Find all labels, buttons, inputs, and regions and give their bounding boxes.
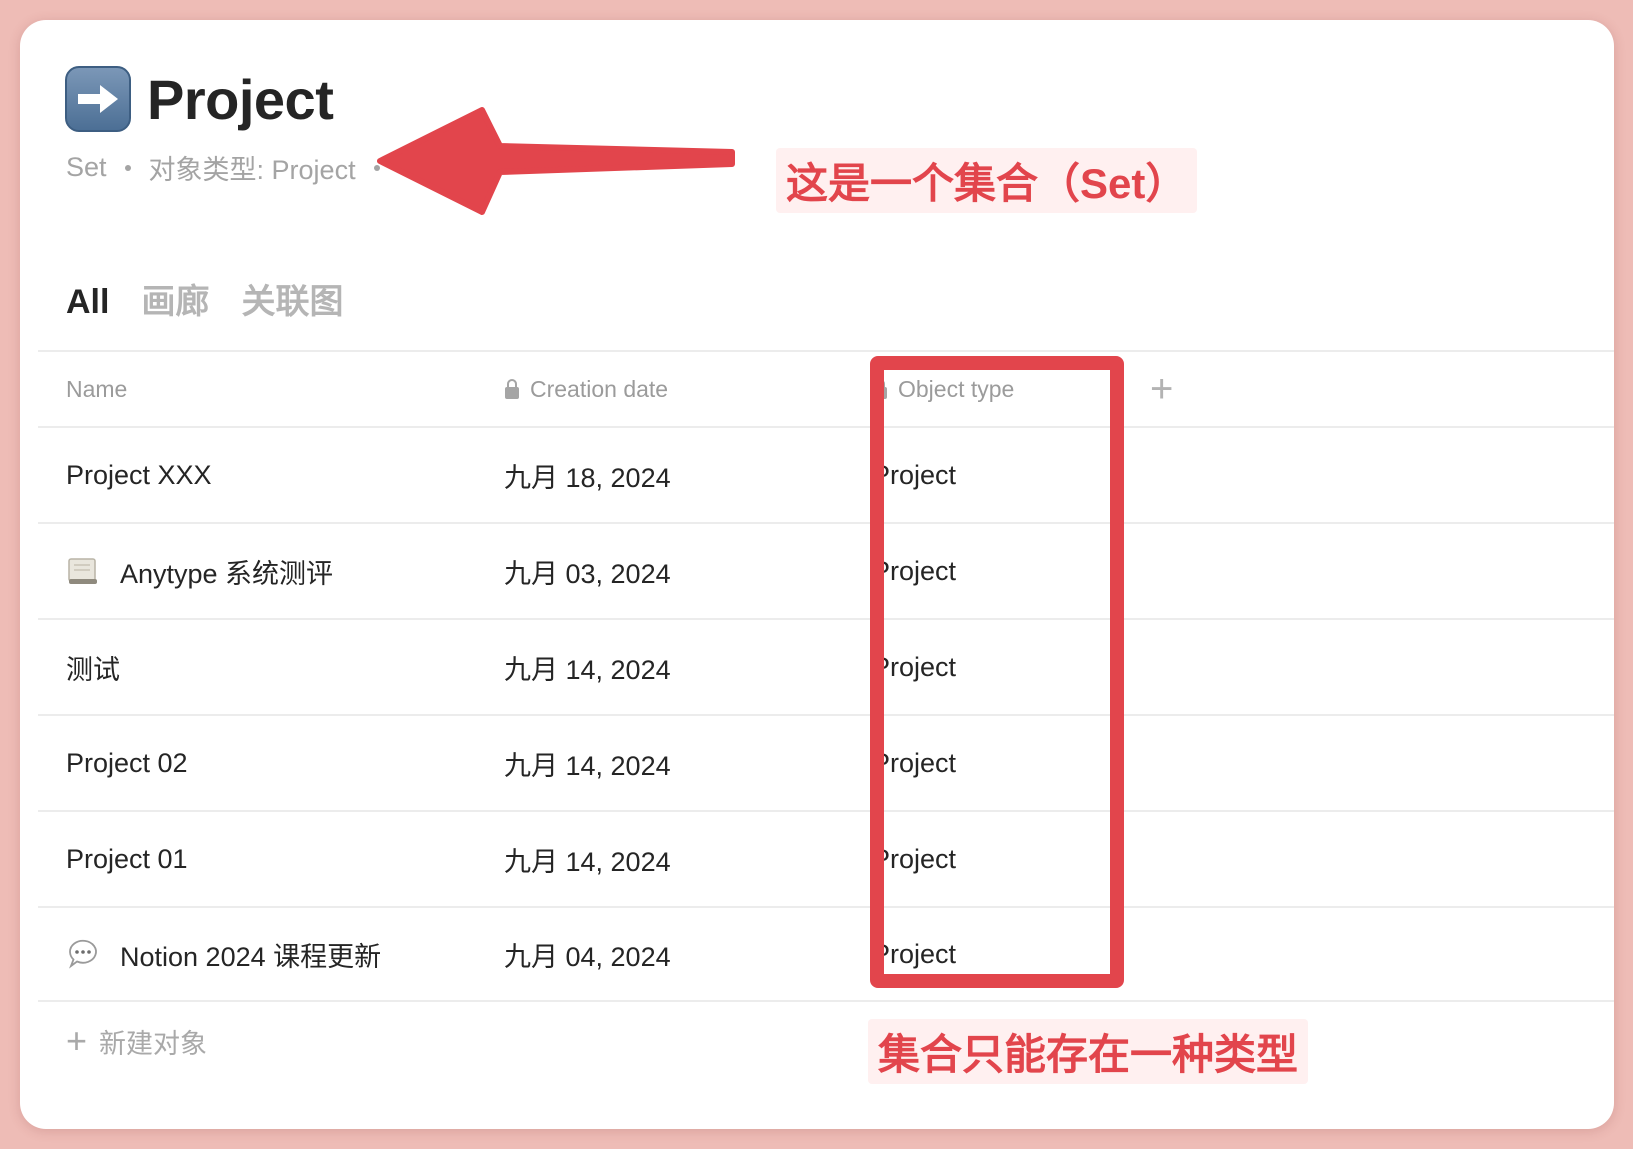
column-header-name[interactable]: Name (38, 376, 504, 403)
row-name: Notion 2024 课程更新 (120, 941, 382, 972)
row-name-cell[interactable]: Anytype 系统测评 (38, 552, 504, 591)
row-name[interactable]: Project 02 (38, 748, 504, 779)
row-date: 九月 18, 2024 (504, 462, 671, 493)
add-column-icon[interactable]: + (1150, 367, 1173, 412)
objects-table: Name Creation date Object type + Project… (38, 350, 1614, 1002)
table-row[interactable]: Project XXX 九月 18, 2024 Project (38, 426, 1614, 522)
new-object-button[interactable]: + 新建对象 (66, 1020, 207, 1062)
lock-icon (504, 378, 520, 400)
column-header-creation-date-label: Creation date (530, 375, 669, 402)
table-row[interactable]: Project 01 九月 14, 2024 Project (38, 810, 1614, 906)
row-date: 九月 04, 2024 (504, 941, 671, 972)
column-header-creation-date[interactable]: Creation date (504, 376, 872, 403)
table-row[interactable]: Anytype 系统测评 九月 03, 2024 Project (38, 522, 1614, 618)
table-row[interactable]: 测试 九月 14, 2024 Project (38, 618, 1614, 714)
object-type-highlight-box (870, 356, 1124, 988)
new-object-label: 新建对象 (99, 1028, 208, 1059)
row-name[interactable]: Project 01 (38, 844, 504, 875)
scroll-icon (66, 554, 100, 588)
speech-bubble-icon (66, 937, 100, 971)
table-header: Name Creation date Object type + (38, 350, 1614, 426)
row-name[interactable]: 测试 (38, 648, 504, 687)
row-date: 九月 03, 2024 (504, 558, 671, 589)
table-row[interactable]: Notion 2024 课程更新 九月 04, 2024 Project (38, 906, 1614, 1002)
callout-set: 这是一个集合（Set） (776, 148, 1198, 213)
set-page-card: Project Set 对象类型: Project All 画廊 关联图 Nam… (20, 20, 1614, 1129)
table-row[interactable]: Project 02 九月 14, 2024 Project (38, 714, 1614, 810)
callout-single-type: 集合只能存在一种类型 (868, 1019, 1309, 1084)
row-date: 九月 14, 2024 (504, 750, 671, 781)
row-date: 九月 14, 2024 (504, 846, 671, 877)
row-name: Anytype 系统测评 (120, 558, 334, 589)
row-name[interactable]: Project XXX (38, 460, 504, 491)
row-name-cell[interactable]: Notion 2024 课程更新 (38, 935, 504, 974)
row-date: 九月 14, 2024 (504, 654, 671, 685)
column-header-name-label: Name (66, 375, 128, 402)
plus-icon: + (66, 1020, 88, 1061)
